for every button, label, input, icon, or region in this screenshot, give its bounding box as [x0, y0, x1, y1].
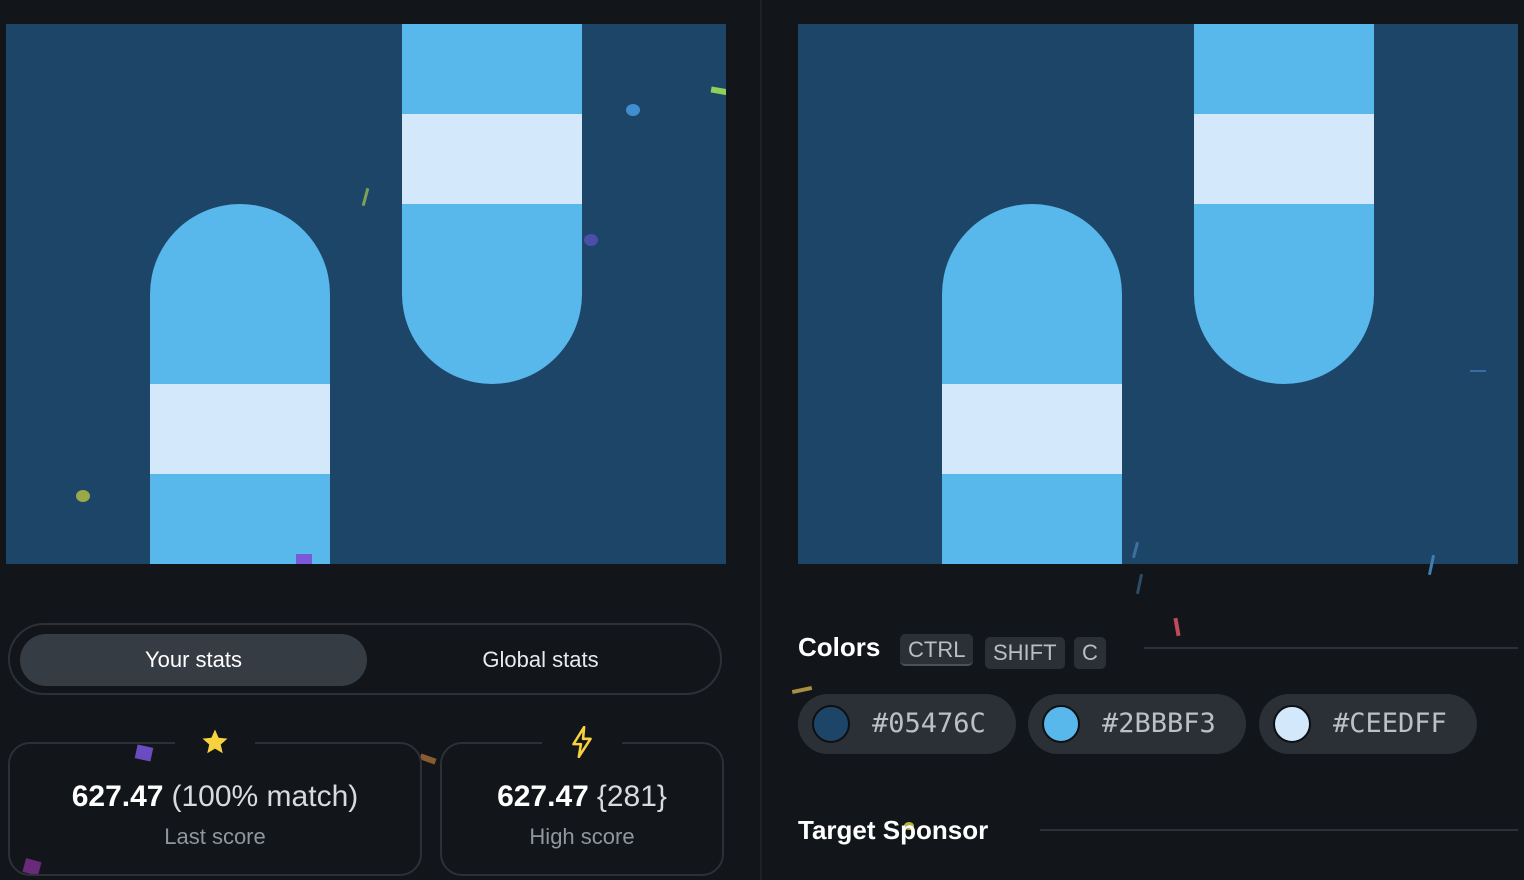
high-score-value: 627.47 {281}	[442, 780, 722, 814]
light-band	[150, 384, 330, 474]
high-score-card: 627.47 {281} High score	[440, 722, 724, 876]
light-band	[402, 114, 582, 204]
confetti	[1131, 541, 1140, 559]
last-score-value: 627.47 (100% match)	[10, 780, 420, 814]
confetti	[76, 490, 90, 502]
last-score-label: Last score	[164, 824, 266, 849]
top-pill-shape	[1194, 24, 1374, 384]
swatch-code-2: #2BBBF3	[1102, 708, 1216, 739]
panel-divider	[760, 0, 762, 880]
target-image-canvas	[798, 24, 1518, 564]
top-pill-shape	[402, 24, 582, 384]
swatch-code-3: #CEEDFF	[1333, 708, 1447, 739]
shortcut-key-shift: SHIFT	[985, 637, 1065, 669]
swatch-dot-1	[812, 705, 850, 743]
colors-heading: Colors	[798, 632, 881, 662]
sponsor-divider	[1040, 829, 1518, 831]
high-score-label: High score	[529, 824, 635, 849]
last-score-number: 627.47	[71, 780, 164, 813]
confetti	[296, 554, 312, 564]
last-score-card: 627.47 (100% match) Last score	[8, 722, 422, 876]
confetti	[419, 753, 437, 765]
confetti	[710, 86, 726, 96]
high-score-number: 627.47	[497, 780, 589, 813]
last-score-match: (100% match)	[171, 780, 359, 813]
swatch-dot-2	[1042, 705, 1080, 743]
bottom-pill-shape	[150, 204, 330, 564]
your-drawing-canvas	[6, 24, 726, 564]
confetti	[626, 104, 640, 116]
confetti	[791, 685, 813, 695]
stats-toggle: Your stats Global stats	[8, 623, 722, 695]
tab-your-stats[interactable]: Your stats	[20, 634, 367, 686]
confetti	[1173, 617, 1181, 637]
color-swatch-3[interactable]: #CEEDFF	[1259, 694, 1477, 754]
confetti	[584, 234, 598, 246]
star-icon	[175, 722, 255, 762]
swatch-dot-3	[1273, 705, 1311, 743]
tab-global-stats[interactable]: Global stats	[367, 634, 714, 686]
color-swatch-2[interactable]: #2BBBF3	[1028, 694, 1246, 754]
shortcut-key-c: C	[1074, 637, 1106, 669]
high-score-attempts: {281}	[596, 780, 667, 813]
target-sponsor-heading: Target Sponsor	[798, 815, 989, 845]
colors-divider	[1144, 647, 1518, 649]
light-band	[942, 384, 1122, 474]
lightning-icon	[542, 722, 622, 762]
swatch-code-1: #05476C	[872, 708, 986, 739]
bottom-pill-shape	[942, 204, 1122, 564]
color-swatch-1[interactable]: #05476C	[798, 694, 1016, 754]
light-band	[1194, 114, 1374, 204]
confetti	[361, 187, 370, 207]
confetti	[1470, 370, 1486, 372]
confetti	[1135, 573, 1144, 595]
shortcut-key-ctrl: CTRL	[900, 634, 974, 666]
